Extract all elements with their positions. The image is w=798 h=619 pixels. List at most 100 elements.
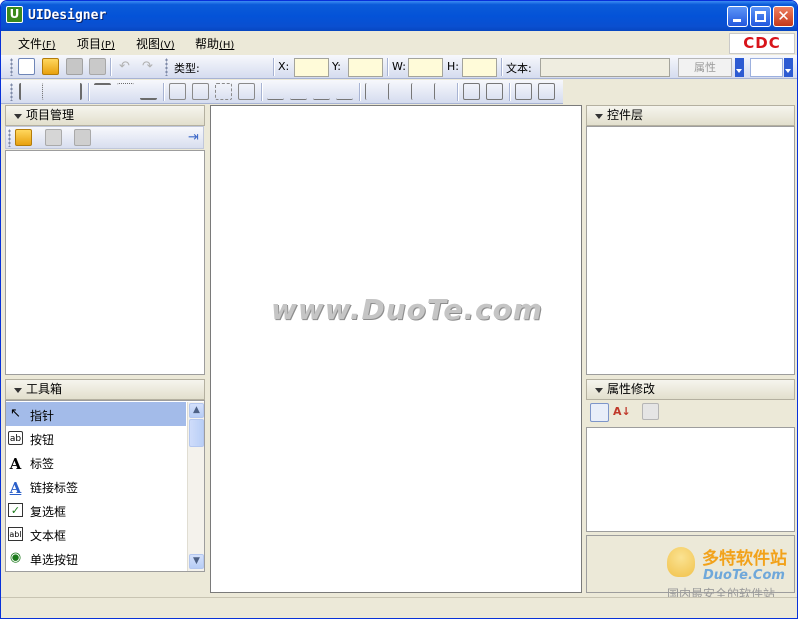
new-file-icon[interactable] (18, 58, 35, 75)
align-top-icon[interactable] (94, 83, 111, 100)
maximize-button[interactable] (750, 6, 771, 27)
same-width-icon[interactable] (169, 83, 186, 100)
menu-project[interactable]: 项目(P) (77, 35, 115, 52)
menu-file[interactable]: 文件(F) (18, 35, 56, 52)
align-middle-icon[interactable] (117, 83, 134, 100)
toolbox-panel-title: 工具箱 (26, 382, 63, 396)
collapse-triangle-icon[interactable] (595, 388, 603, 393)
toolbar-grip[interactable] (10, 83, 13, 101)
design-canvas[interactable] (210, 105, 582, 593)
collapse-triangle-icon[interactable] (595, 114, 603, 119)
checkbox-icon: ✓ (8, 503, 23, 517)
save-all-icon[interactable] (89, 58, 106, 75)
h-input[interactable] (462, 58, 497, 77)
toolbar-overflow-button-2[interactable] (784, 58, 793, 77)
controls-panel-header[interactable]: 控件层 (586, 105, 795, 126)
mascot-icon (667, 547, 695, 577)
menu-view[interactable]: 视图(V) (136, 35, 175, 52)
open-folder-icon[interactable] (42, 58, 59, 75)
chevron-down-icon (736, 69, 742, 73)
delete-icon[interactable] (74, 129, 91, 146)
align-left-icon[interactable] (19, 83, 36, 100)
tool-link-label[interactable]: A 链接标签 (6, 474, 186, 498)
new-project-icon[interactable] (15, 129, 32, 146)
title-bar[interactable]: U UIDesigner ✕ (1, 1, 797, 31)
same-height-icon[interactable] (192, 83, 209, 100)
vspace-remove-icon[interactable] (434, 83, 451, 100)
tool-textbox[interactable]: abl 文本框 (6, 522, 186, 546)
align-right-icon[interactable] (65, 83, 82, 100)
bring-to-front-icon[interactable] (515, 83, 532, 100)
toolbar-separator (273, 58, 274, 76)
same-size-icon[interactable] (215, 83, 232, 100)
menu-help-label: 帮助 (195, 37, 220, 51)
vspace-decrease-icon[interactable] (411, 83, 428, 100)
properties-panel-header[interactable]: 属性修改 (586, 379, 795, 400)
categorized-view-icon[interactable] (590, 403, 609, 422)
y-input[interactable] (348, 58, 383, 77)
collapse-panel-icon[interactable]: ⇥ (185, 129, 202, 146)
align-toolbar (1, 80, 563, 104)
tool-button[interactable]: ab 按钮 (6, 426, 186, 450)
properties-button[interactable]: 属性 (678, 58, 732, 77)
app-window: U UIDesigner ✕ 文件(F) 项目(P) 视图(V) 帮助(H) C… (0, 0, 798, 619)
tool-checkbox[interactable]: ✓ 复选框 (6, 498, 186, 522)
controls-layer-list[interactable] (586, 126, 795, 375)
minimize-button[interactable] (727, 6, 748, 27)
collapse-triangle-icon[interactable] (14, 388, 22, 393)
menu-project-accel: (P) (101, 40, 115, 51)
h-label: H: (447, 60, 459, 73)
project-panel-header[interactable]: 项目管理 (5, 105, 205, 126)
vspace-equal-icon[interactable] (365, 83, 382, 100)
toolbox-panel-header[interactable]: 工具箱 (5, 379, 205, 400)
properties-button-label: 属性 (694, 61, 716, 74)
project-tree[interactable] (5, 150, 205, 375)
text-input[interactable] (540, 58, 670, 77)
toolbar-overflow-button[interactable] (735, 58, 744, 77)
collapse-triangle-icon[interactable] (14, 114, 22, 119)
toolbar-grip[interactable] (10, 58, 13, 76)
align-bottom-icon[interactable] (140, 83, 157, 100)
toolbar-separator (359, 83, 360, 101)
scroll-down-icon[interactable]: ▼ (189, 554, 204, 569)
menu-project-label: 项目 (77, 37, 102, 51)
align-center-icon[interactable] (42, 83, 59, 100)
menu-help[interactable]: 帮助(H) (195, 35, 234, 52)
hspace-remove-icon[interactable] (336, 83, 353, 100)
toolbar-grip[interactable] (8, 129, 11, 147)
toolbox-scrollbar[interactable]: ▲ ▼ (187, 402, 204, 571)
scroll-up-icon[interactable]: ▲ (189, 403, 204, 418)
toolbar-small-dropdown[interactable] (750, 58, 783, 77)
sort-alphabetical-icon[interactable]: A↓ (613, 403, 631, 420)
undo-icon[interactable]: ↶ (116, 58, 133, 75)
scroll-thumb[interactable] (189, 419, 204, 447)
redo-icon[interactable]: ↷ (139, 58, 156, 75)
property-pages-icon[interactable] (642, 403, 659, 420)
tool-pointer[interactable]: ↖ 指针 (6, 402, 186, 426)
center-horizontal-icon[interactable] (463, 83, 480, 100)
toolbar-separator (88, 83, 89, 101)
menu-view-label: 视图 (136, 37, 161, 51)
w-input[interactable] (408, 58, 443, 77)
hspace-increase-icon[interactable] (290, 83, 307, 100)
hspace-decrease-icon[interactable] (313, 83, 330, 100)
vspace-increase-icon[interactable] (388, 83, 405, 100)
hspace-equal-icon[interactable] (267, 83, 284, 100)
close-icon: ✕ (777, 7, 790, 25)
tool-radio-button[interactable]: ◉ 单选按钮 (6, 546, 186, 570)
x-label: X: (278, 60, 290, 73)
center-in-form-icon[interactable] (238, 83, 255, 100)
toolbar-grip[interactable] (165, 58, 168, 76)
save-icon[interactable] (66, 58, 83, 75)
tool-label[interactable]: A 标签 (6, 450, 186, 474)
tool-label: 链接标签 (30, 481, 79, 495)
center-vertical-icon[interactable] (486, 83, 503, 100)
send-to-back-icon[interactable] (538, 83, 555, 100)
property-grid[interactable] (586, 427, 795, 532)
menu-bar: 文件(F) 项目(P) 视图(V) 帮助(H) (1, 31, 797, 54)
button-icon: ab (8, 431, 23, 445)
x-input[interactable] (294, 58, 329, 77)
link-label-icon: A (9, 479, 22, 497)
add-file-icon[interactable] (45, 129, 62, 146)
close-button[interactable]: ✕ (773, 6, 794, 27)
